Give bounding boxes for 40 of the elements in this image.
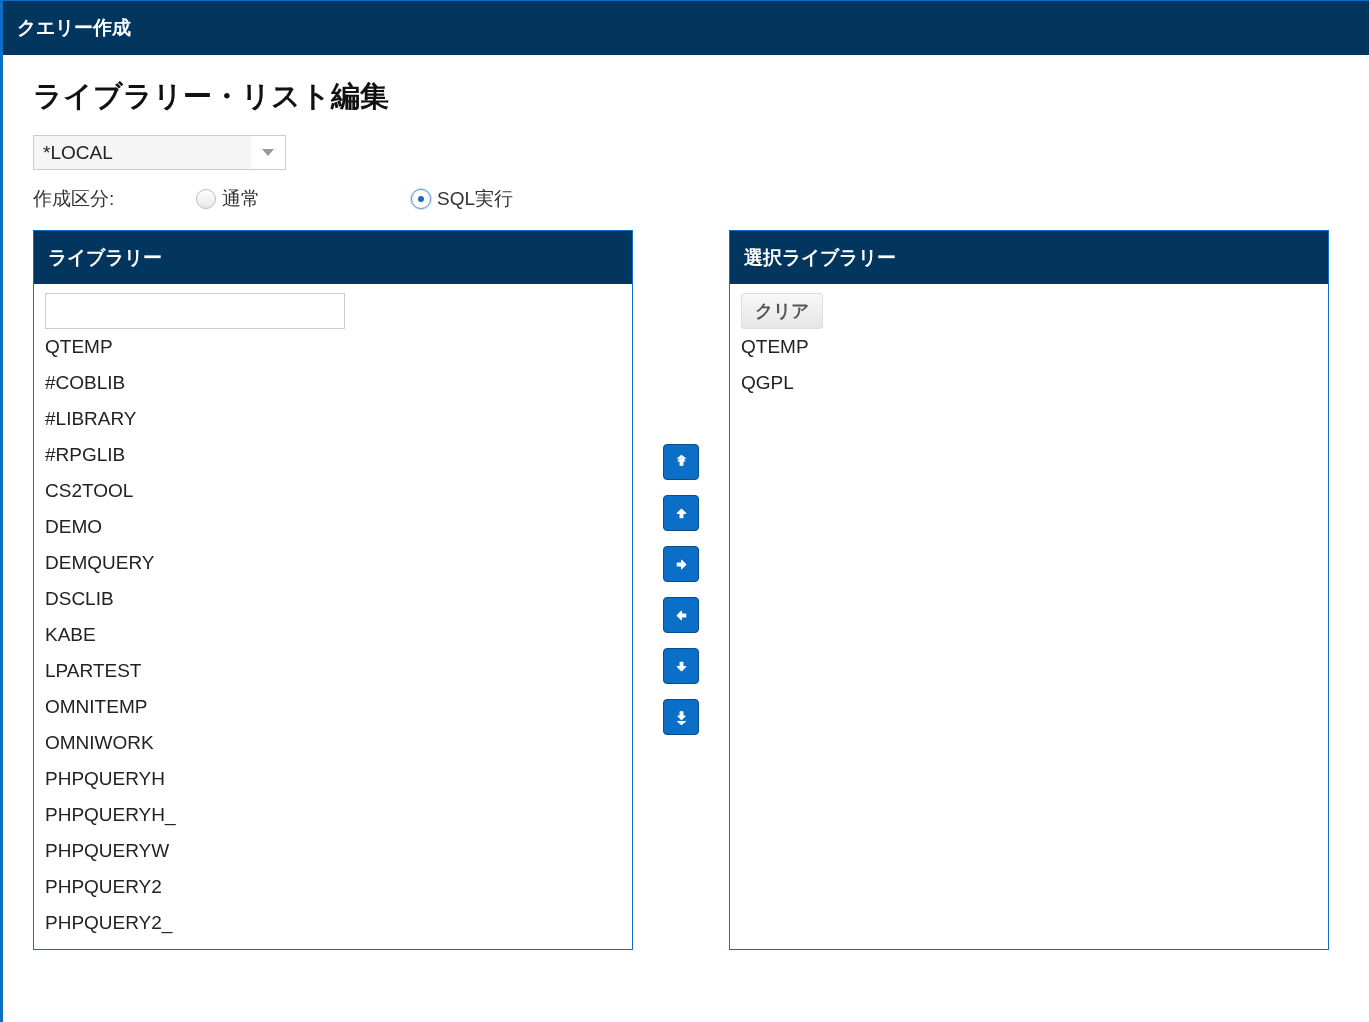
panel-title: 選択ライブラリー bbox=[744, 245, 896, 270]
panel-title: ライブラリー bbox=[48, 245, 162, 270]
library-item[interactable]: QTEMP bbox=[741, 329, 1317, 365]
library-item[interactable]: QTEMP bbox=[45, 329, 621, 365]
move-button[interactable] bbox=[663, 597, 699, 633]
radio-label: SQL実行 bbox=[437, 187, 514, 211]
library-item[interactable]: CS2TOOL bbox=[45, 473, 621, 509]
move-button[interactable] bbox=[663, 444, 699, 480]
library-item[interactable]: OMNITEMP bbox=[45, 689, 621, 725]
move-button[interactable] bbox=[663, 546, 699, 582]
library-item[interactable]: #RPGLIB bbox=[45, 437, 621, 473]
library-item[interactable]: #COBLIB bbox=[45, 365, 621, 401]
caret-icon bbox=[262, 149, 274, 156]
library-item[interactable]: #LIBRARY bbox=[45, 401, 621, 437]
radio-button[interactable] bbox=[196, 189, 216, 209]
library-item[interactable]: DSCLIB bbox=[45, 581, 621, 617]
filter-field[interactable] bbox=[45, 293, 345, 329]
library-item[interactable]: OMNIWORK bbox=[45, 725, 621, 761]
library-item[interactable]: PHPQUERYH_ bbox=[45, 797, 621, 833]
window-title: クエリー作成 bbox=[17, 16, 131, 40]
library-item[interactable]: DEMO bbox=[45, 509, 621, 545]
move-button[interactable] bbox=[663, 648, 699, 684]
library-item[interactable]: DEMQUERY bbox=[45, 545, 621, 581]
library-item[interactable]: PHPQUERY2 bbox=[45, 869, 621, 905]
library-item[interactable]: PHPQUERYH bbox=[45, 761, 621, 797]
library-item[interactable]: LPARTEST bbox=[45, 653, 621, 689]
clear-button[interactable]: クリア bbox=[741, 293, 823, 329]
page-title: ライブラリー・リスト編集 bbox=[33, 79, 390, 114]
radio-option[interactable]: SQL実行 bbox=[411, 186, 626, 212]
move-button[interactable] bbox=[663, 495, 699, 531]
radio-button[interactable] bbox=[411, 189, 431, 209]
library-item[interactable]: PHPQUERYW bbox=[45, 833, 621, 869]
library-item[interactable]: PHPQUERY2_ bbox=[45, 905, 621, 941]
library-item[interactable]: KABE bbox=[45, 617, 621, 653]
radio-label: 通常 bbox=[222, 187, 260, 211]
system-dropdown[interactable]: *LOCAL bbox=[33, 135, 286, 170]
creation-type-label: 作成区分: bbox=[33, 187, 116, 211]
radio-option[interactable]: 通常 bbox=[196, 186, 411, 212]
move-button[interactable] bbox=[663, 699, 699, 735]
library-item[interactable]: QGPL bbox=[741, 365, 1317, 401]
